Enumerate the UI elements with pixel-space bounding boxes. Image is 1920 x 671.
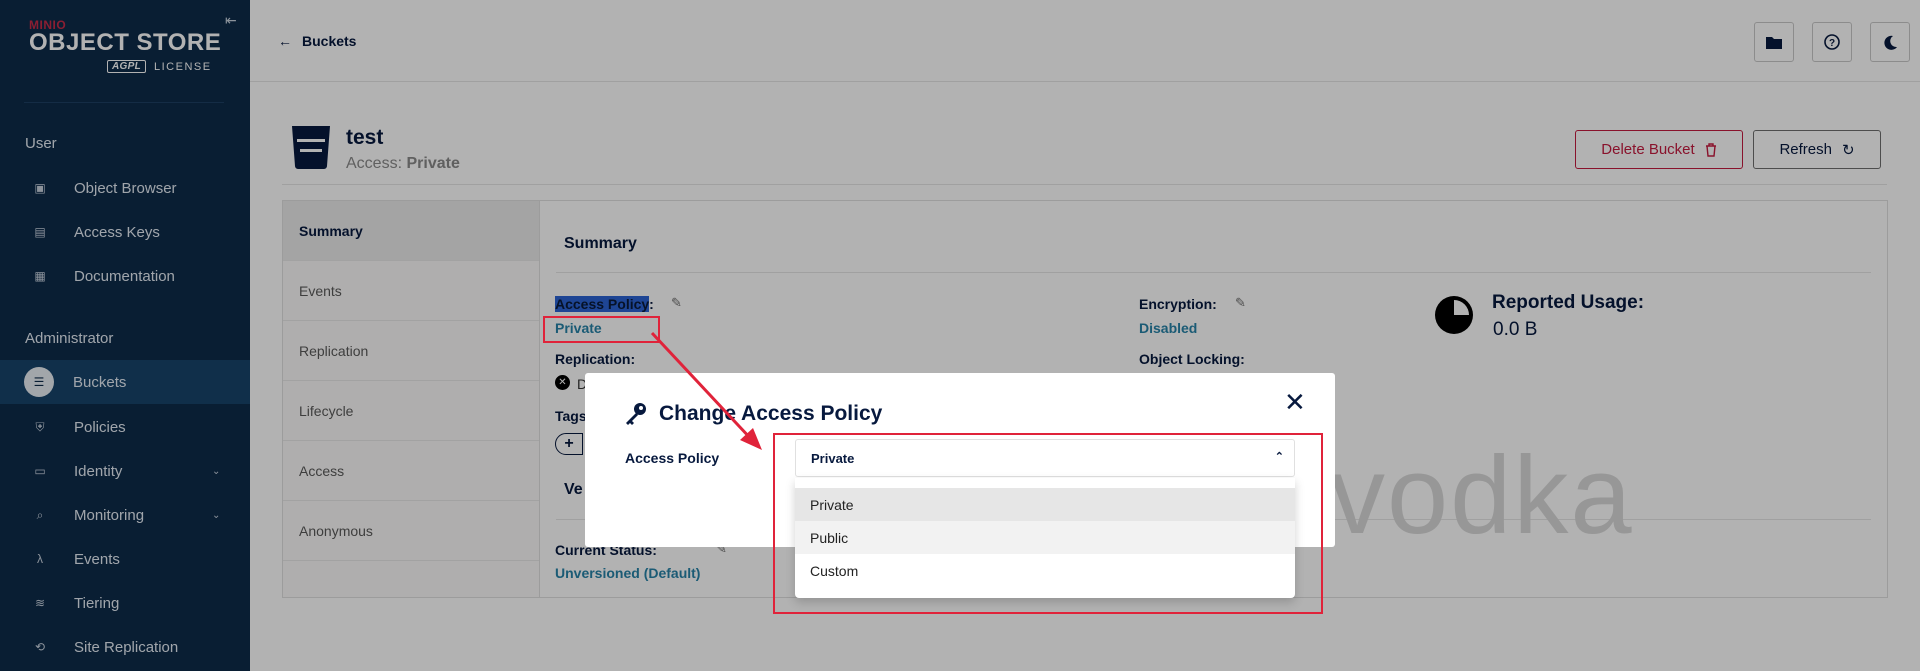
annotation-highlight-dropdown	[773, 433, 1323, 614]
close-icon[interactable]: ✕	[1284, 387, 1306, 418]
annotation-highlight-private	[543, 316, 660, 343]
modal-access-policy-label: Access Policy	[625, 450, 720, 466]
modal-title: Change Access Policy	[659, 402, 883, 425]
key-icon	[623, 401, 649, 434]
